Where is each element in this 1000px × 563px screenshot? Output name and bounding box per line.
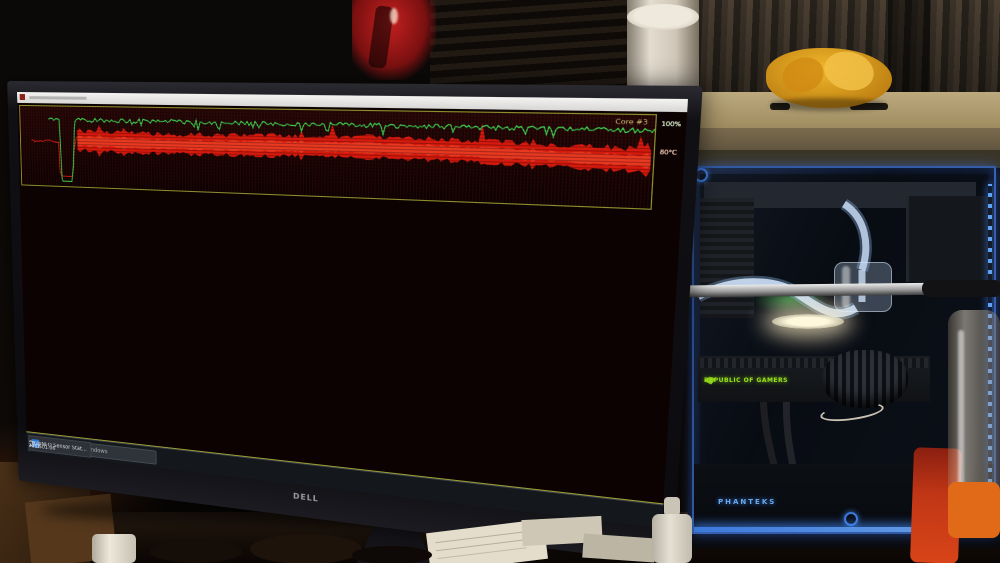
bottle-highlight [958,330,964,490]
desk-clutter [150,540,242,563]
temp-axis-label: 80°C [659,149,677,157]
desk-clutter [352,546,432,563]
core-label: Core #3 [615,118,648,127]
led-ring [844,512,858,526]
load-axis-label: 100% [661,121,682,129]
paper-towel-roll-top [627,4,699,30]
show-desktop-button[interactable] [28,434,32,452]
dropper-bottle [652,514,692,563]
rog-logo-text: REPUBLIC OF GAMERS [704,377,788,384]
chart-panel: Core #3 [19,104,658,210]
interior-light [772,314,844,329]
window-icon [19,94,26,101]
pump-ribbed-top [822,350,908,408]
cable-glint [390,8,398,24]
monitor-screen: Core #0100%80°CCore #1100%80°CCore #2100… [17,92,689,529]
rod-handle [922,280,1000,297]
dell-monitor: DELL Core #0100%80°CCore #1100%80°CCore … [7,80,703,563]
desk-clutter [250,534,362,563]
cloth-shadow [770,98,886,111]
phanteks-logo: PHANTEKS [718,498,777,506]
window-title-text [29,96,87,100]
pill-bottle [92,534,136,563]
photo-scene: REPUBLIC OF GAMERS PHANTEKS DELL 100% 80… [0,0,1000,563]
paper-sheet [582,533,656,563]
bottle-orange-liquid [948,482,1000,538]
